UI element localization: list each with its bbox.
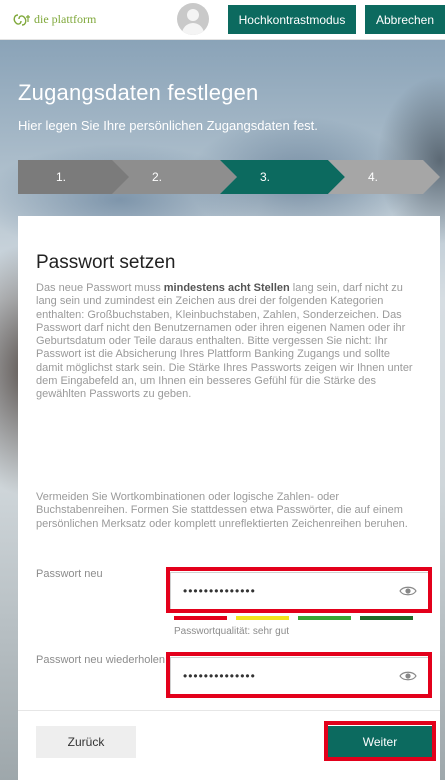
repeat-password-field[interactable]: •••••••••••••• <box>170 657 432 695</box>
logo-text: die plattform <box>34 12 97 26</box>
next-button[interactable]: Weiter <box>328 726 432 758</box>
step-2: 2. <box>112 160 237 194</box>
divider <box>18 710 440 711</box>
high-contrast-button[interactable]: Hochkontrastmodus <box>228 5 356 34</box>
logo-mark-icon <box>12 13 32 26</box>
step-3: 3. <box>220 160 345 194</box>
strength-segment-2 <box>236 616 289 620</box>
password-rules-text: Das neue Passwort muss mindestens acht S… <box>36 282 413 401</box>
show-password-eye-icon[interactable] <box>399 585 417 597</box>
top-header: die plattform Hochkontrastmodus Abbreche… <box>0 0 445 40</box>
repeat-password-label: Passwort neu wiederholen <box>36 654 166 666</box>
strength-segment-4 <box>360 616 413 620</box>
new-password-field[interactable]: •••••••••••••• <box>170 572 432 610</box>
password-quality-text: Passwortqualität: sehr gut <box>174 626 290 637</box>
back-button[interactable]: Zurück <box>36 726 136 758</box>
avatar[interactable] <box>177 3 209 35</box>
progress-stepper: 1. 2. 3. 4. <box>18 160 440 194</box>
page-subtitle: Hier legen Sie Ihre persönlichen Zugangs… <box>18 118 318 133</box>
page-title: Zugangsdaten festlegen <box>18 80 259 105</box>
password-tips-text: Vermeiden Sie Wortkombinationen oder log… <box>36 491 408 530</box>
cancel-button[interactable]: Abbrechen <box>365 5 445 34</box>
min-length-emphasis: mindestens acht Stellen <box>163 282 290 294</box>
logo: die plattform <box>12 12 96 27</box>
new-password-label: Passwort neu <box>36 568 103 580</box>
strength-segment-3 <box>298 616 351 620</box>
form-heading: Passwort setzen <box>36 252 176 273</box>
strength-segment-1 <box>174 616 227 620</box>
password-card: Passwort setzen Das neue Passwort muss m… <box>18 216 440 780</box>
show-repeat-password-eye-icon[interactable] <box>399 670 417 682</box>
password-strength-meter <box>174 616 414 620</box>
